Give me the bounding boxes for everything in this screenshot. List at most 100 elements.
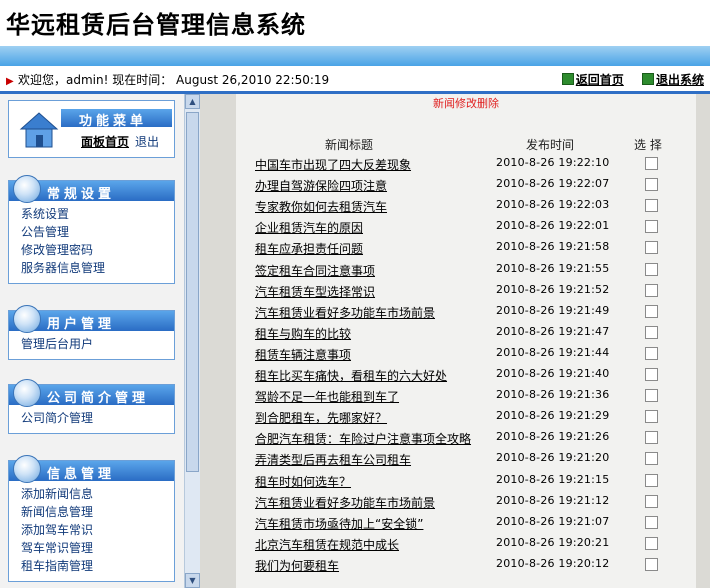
table-row: 汽车租赁业看好多功能车市场前景 2010-8-26 19:21:49 — [236, 301, 696, 322]
table-row: 我们为何要租车 2010-8-26 19:20:12 — [236, 554, 696, 575]
news-title-link[interactable]: 我们为何要租车 — [255, 557, 339, 574]
group-header: 信息管理 — [9, 455, 174, 483]
table-row: 汽车租赁业看好多功能车市场前景 2010-8-26 19:21:12 — [236, 491, 696, 512]
news-date: 2010-8-26 19:22:01 — [496, 219, 610, 233]
group-title: 公司简介管理 — [47, 391, 150, 406]
scroll-thumb[interactable] — [186, 112, 199, 472]
news-title-link[interactable]: 合肥汽车租赁：车险过户注意事项全攻略 — [255, 430, 471, 447]
news-title-link[interactable]: 租车时如何选车？ — [255, 473, 351, 490]
news-title-link[interactable]: 驾龄不足一年也能租到车了 — [255, 388, 399, 405]
select-checkbox[interactable] — [645, 178, 658, 192]
group-header: 常规设置 — [9, 175, 174, 203]
sidebar-item-rental-guide[interactable]: 租车指南管理 — [21, 557, 164, 575]
news-date: 2010-8-26 19:21:36 — [496, 388, 610, 402]
table-row: 汽车租赁车型选择常识 2010-8-26 19:21:52 — [236, 280, 696, 301]
select-checkbox[interactable] — [645, 473, 658, 487]
arrow-icon: ▶ — [6, 76, 14, 87]
scroll-up-button[interactable]: ▲ — [185, 94, 200, 109]
sidebar-item-add-news[interactable]: 添加新闻信息 — [21, 485, 164, 503]
group-header: 公司简介管理 — [9, 379, 174, 407]
sidebar-item-company-intro[interactable]: 公司简介管理 — [21, 409, 164, 427]
table-row: 租车比买车痛快，看租车的六大好处 2010-8-26 19:21:40 — [236, 364, 696, 385]
select-checkbox[interactable] — [645, 325, 658, 339]
sidebar-item-system-settings[interactable]: 系统设置 — [21, 205, 164, 223]
sidebar-item-news-manage[interactable]: 新闻信息管理 — [21, 503, 164, 521]
news-title-link[interactable]: 北京汽车租赁在规范中成长 — [255, 536, 399, 553]
table-row: 企业租赁汽车的原因 2010-8-26 19:22:01 — [236, 216, 696, 237]
welcome-text: 欢迎您，admin! 现在时间： August 26,2010 22:50:19 — [18, 73, 330, 87]
news-title-link[interactable]: 汽车租赁业看好多功能车市场前景 — [255, 304, 435, 321]
sidebar-item-admin-users[interactable]: 管理后台用户 — [21, 335, 164, 353]
select-checkbox[interactable] — [645, 557, 658, 571]
sidebar-scrollbar[interactable]: ▲ ▼ — [184, 94, 200, 588]
sidebar-item-add-driving-tips[interactable]: 添加驾车常识 — [21, 521, 164, 539]
select-checkbox[interactable] — [645, 494, 658, 508]
news-title-link[interactable]: 中国车市出现了四大反差现象 — [255, 156, 411, 173]
sidebar-item-announcements[interactable]: 公告管理 — [21, 223, 164, 241]
select-checkbox[interactable] — [645, 515, 658, 529]
table-row: 租车时如何选车？ 2010-8-26 19:21:15 — [236, 470, 696, 491]
select-checkbox[interactable] — [645, 199, 658, 213]
table-row: 到合肥租车，先哪家好？ 2010-8-26 19:21:29 — [236, 406, 696, 427]
news-date: 2010-8-26 19:22:10 — [496, 156, 610, 169]
news-title-link[interactable]: 办理自驾游保险四项注意 — [255, 177, 387, 194]
group-title: 用户管理 — [47, 317, 116, 332]
select-checkbox[interactable] — [645, 431, 658, 445]
select-checkbox[interactable] — [645, 368, 658, 381]
exit-link[interactable]: 退出 — [135, 135, 159, 149]
table-row: 租赁车辆注意事项 2010-8-26 19:21:44 — [236, 343, 696, 364]
group-title: 信息管理 — [47, 467, 116, 482]
table-row: 签定租车合同注意事项 2010-8-26 19:21:55 — [236, 259, 696, 280]
news-title-link[interactable]: 租车比买车痛快，看租车的六大好处 — [255, 367, 447, 384]
news-title-link[interactable]: 弄清类型后再去租车公司租车 — [255, 451, 411, 468]
select-checkbox[interactable] — [645, 220, 658, 234]
news-title-link[interactable]: 租赁车辆注意事项 — [255, 346, 351, 363]
select-checkbox[interactable] — [645, 262, 658, 276]
news-title-link[interactable]: 到合肥租车，先哪家好？ — [255, 409, 387, 426]
select-checkbox[interactable] — [645, 157, 658, 170]
select-checkbox[interactable] — [645, 536, 658, 550]
news-date: 2010-8-26 19:21:07 — [496, 514, 610, 528]
sidebar-item-server-info[interactable]: 服务器信息管理 — [21, 259, 164, 277]
select-checkbox[interactable] — [645, 389, 658, 403]
status-links: 返回首页 退出系统 — [548, 71, 704, 88]
news-title-link[interactable]: 租车应承担责任问题 — [255, 240, 363, 257]
select-checkbox[interactable] — [645, 410, 658, 424]
settings-icon — [13, 175, 41, 203]
news-date: 2010-8-26 19:21:29 — [496, 409, 610, 423]
home-icon — [561, 73, 574, 85]
news-title-link[interactable]: 签定租车合同注意事项 — [255, 262, 375, 279]
table-row: 办理自驾游保险四项注意 2010-8-26 19:22:07 — [236, 174, 696, 195]
news-title-link[interactable]: 专家教你如何去租赁汽车 — [255, 198, 387, 215]
news-title-link[interactable]: 汽车租赁市场亟待加上“安全锁” — [255, 515, 423, 532]
news-title-link[interactable]: 租车与购车的比较 — [255, 325, 351, 342]
col-date: 发布时间 — [526, 138, 575, 152]
logout-icon — [641, 73, 654, 85]
sidebar-item-change-password[interactable]: 修改管理密码 — [21, 241, 164, 259]
news-date: 2010-8-26 19:20:21 — [496, 535, 610, 549]
lock-icon — [13, 305, 41, 333]
logout-link[interactable]: 退出系统 — [656, 73, 704, 87]
sidebar-group-users: 用户管理 管理后台用户 — [8, 305, 175, 360]
select-checkbox[interactable] — [645, 452, 658, 466]
select-checkbox[interactable] — [645, 241, 658, 255]
sidebar-top-card: 功能菜单 面板首页 退出 — [8, 100, 175, 158]
globe-icon — [13, 455, 41, 483]
select-checkbox[interactable] — [645, 283, 658, 297]
select-checkbox[interactable] — [645, 304, 658, 318]
news-title-link[interactable]: 汽车租赁车型选择常识 — [255, 283, 375, 300]
scroll-down-button[interactable]: ▼ — [185, 573, 200, 588]
table-row: 中国车市出现了四大反差现象 2010-8-26 19:22:10 — [236, 153, 696, 174]
sidebar-item-driving-tips-manage[interactable]: 驾车常识管理 — [21, 539, 164, 557]
top-links: 面板首页 退出 — [81, 133, 159, 150]
news-date: 2010-8-26 19:21:26 — [496, 430, 610, 444]
news-title-link[interactable]: 企业租赁汽车的原因 — [255, 219, 363, 236]
select-checkbox[interactable] — [645, 346, 658, 360]
news-title-link[interactable]: 汽车租赁业看好多功能车市场前景 — [255, 494, 435, 511]
news-date: 2010-8-26 19:21:58 — [496, 240, 610, 254]
panel-home-link[interactable]: 面板首页 — [81, 135, 129, 149]
sidebar-group-settings: 常规设置 系统设置 公告管理 修改管理密码 服务器信息管理 — [8, 175, 175, 284]
news-date: 2010-8-26 19:21:55 — [496, 261, 610, 275]
back-home-link[interactable]: 返回首页 — [576, 73, 624, 87]
news-date: 2010-8-26 19:21:15 — [496, 472, 610, 486]
